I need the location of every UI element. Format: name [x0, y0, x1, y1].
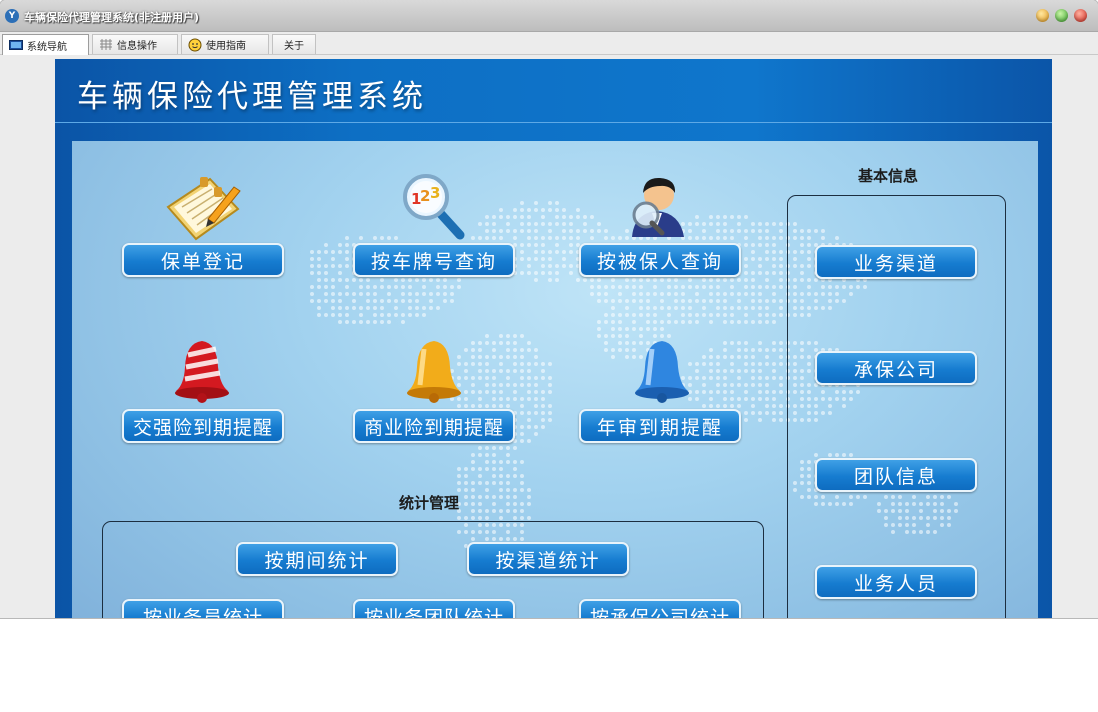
app-window: Y 车辆保险代理管理系统(非注册用户) 系统导航 信息操作 使用指南 关于 车辆…	[0, 0, 1098, 618]
stats-by-period-button[interactable]: 按期间统计	[236, 542, 398, 576]
query-by-insured-button[interactable]: 按被保人查询	[579, 243, 741, 277]
annual-inspection-reminder-button[interactable]: 年审到期提醒	[579, 409, 741, 443]
tab-about[interactable]: 关于	[272, 34, 316, 54]
compulsory-insurance-reminder-button[interactable]: 交强险到期提醒	[122, 409, 284, 443]
maximize-button[interactable]	[1055, 9, 1068, 22]
policy-registration-button[interactable]: 保单登记	[122, 243, 284, 277]
statistics-title: 统计管理	[399, 494, 460, 512]
stats-by-channel-button[interactable]: 按渠道统计	[467, 542, 629, 576]
business-channel-button[interactable]: 业务渠道	[815, 245, 977, 279]
close-button[interactable]	[1074, 9, 1087, 22]
svg-text:2: 2	[420, 187, 430, 205]
svg-text:3: 3	[430, 184, 440, 202]
tab-label: 系统导航	[27, 41, 67, 53]
notepad-pen-icon	[166, 177, 241, 241]
commercial-insurance-reminder-button[interactable]: 商业险到期提醒	[353, 409, 515, 443]
monitor-icon	[9, 39, 23, 51]
navigation-content: 车辆保险代理管理系统 1 2 3 保单登记 按车牌号查询 按被保人查询 交强险到…	[55, 59, 1052, 618]
tab-user-guide[interactable]: 使用指南	[181, 34, 269, 54]
header-divider	[55, 122, 1052, 123]
smiley-icon	[188, 38, 202, 52]
window-title: 车辆保险代理管理系统(非注册用户)	[24, 11, 200, 24]
basic-info-title: 基本信息	[858, 167, 919, 185]
minimize-button[interactable]	[1036, 9, 1049, 22]
salesperson-button[interactable]: 业务人员	[815, 565, 977, 599]
page-title: 车辆保险代理管理系统	[77, 79, 427, 115]
tab-label: 关于	[284, 41, 304, 52]
navigation-panel: 1 2 3 保单登记 按车牌号查询 按被保人查询 交强险到期提醒 商业险到期提醒…	[72, 141, 1038, 618]
tab-label: 信息操作	[117, 41, 157, 52]
stats-by-insurance-company-button[interactable]: 按承保公司统计	[579, 599, 741, 618]
person-search-icon	[632, 177, 684, 237]
blue-bell-icon	[635, 341, 689, 403]
team-info-button[interactable]: 团队信息	[815, 458, 977, 492]
tab-label: 使用指南	[206, 41, 246, 52]
tab-info-operations[interactable]: 信息操作	[92, 34, 178, 54]
stats-by-salesperson-button[interactable]: 按业务员统计	[122, 599, 284, 618]
gold-bell-icon	[407, 341, 461, 403]
magnifier-123-icon: 1 2 3	[403, 174, 465, 240]
grid-icon	[99, 39, 113, 50]
insurance-company-button[interactable]: 承保公司	[815, 351, 977, 385]
stats-by-team-button[interactable]: 按业务团队统计	[353, 599, 515, 618]
query-by-plate-button[interactable]: 按车牌号查询	[353, 243, 515, 277]
app-logo-icon: Y	[5, 9, 19, 23]
tab-bar: 系统导航 信息操作 使用指南 关于	[0, 32, 1098, 55]
title-bar[interactable]: Y 车辆保险代理管理系统(非注册用户)	[0, 0, 1098, 32]
tab-system-navigation[interactable]: 系统导航	[2, 34, 89, 55]
red-bell-icon	[175, 341, 229, 403]
